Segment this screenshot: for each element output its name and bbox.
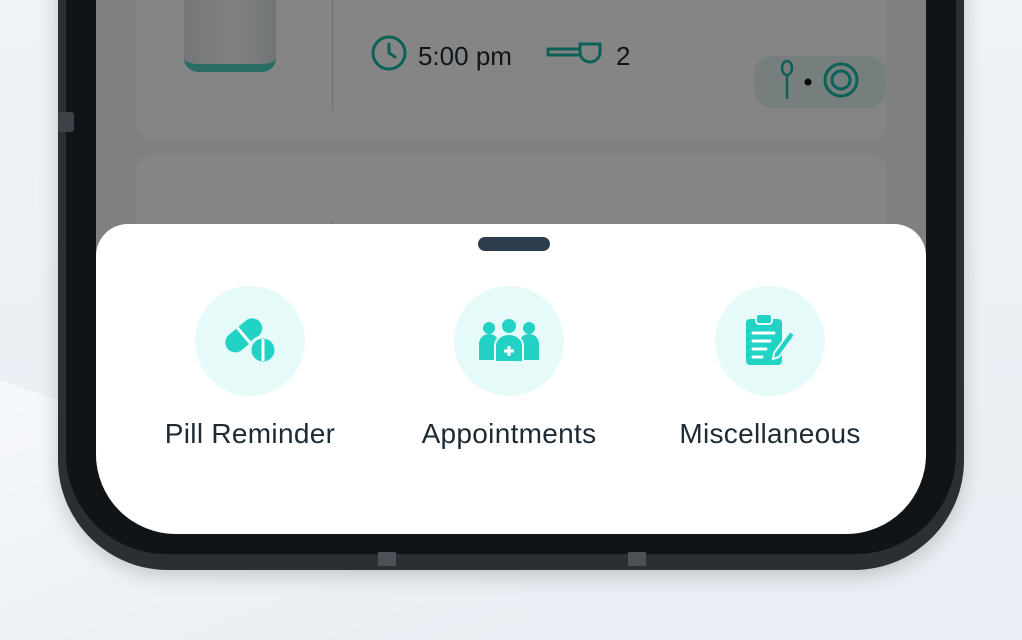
phone-antenna-line-left: [378, 552, 396, 566]
phone-side-button: [58, 112, 74, 132]
sheet-drag-handle[interactable]: [478, 237, 550, 251]
pill-reminder-icon-circle[interactable]: [195, 286, 305, 396]
miscellaneous-option[interactable]: Miscellaneous: [640, 286, 900, 450]
clipboard-edit-icon: [744, 311, 797, 372]
pill-reminder-option[interactable]: Pill Reminder: [120, 286, 380, 450]
pill-reminder-label: Pill Reminder: [164, 418, 336, 449]
miscellaneous-label: Miscellaneous: [679, 418, 861, 449]
doctors-group-icon: [477, 316, 541, 367]
miscellaneous-icon-circle[interactable]: [715, 286, 825, 396]
pill-icon: [221, 312, 279, 371]
phone-antenna-line-right: [628, 552, 646, 566]
bottom-sheet: Pill Reminder Appointments Miscellaneous: [96, 224, 926, 534]
appointments-option[interactable]: Appointments: [379, 286, 639, 450]
appointments-icon-circle[interactable]: [454, 286, 564, 396]
appointments-label: Appointments: [421, 418, 597, 449]
